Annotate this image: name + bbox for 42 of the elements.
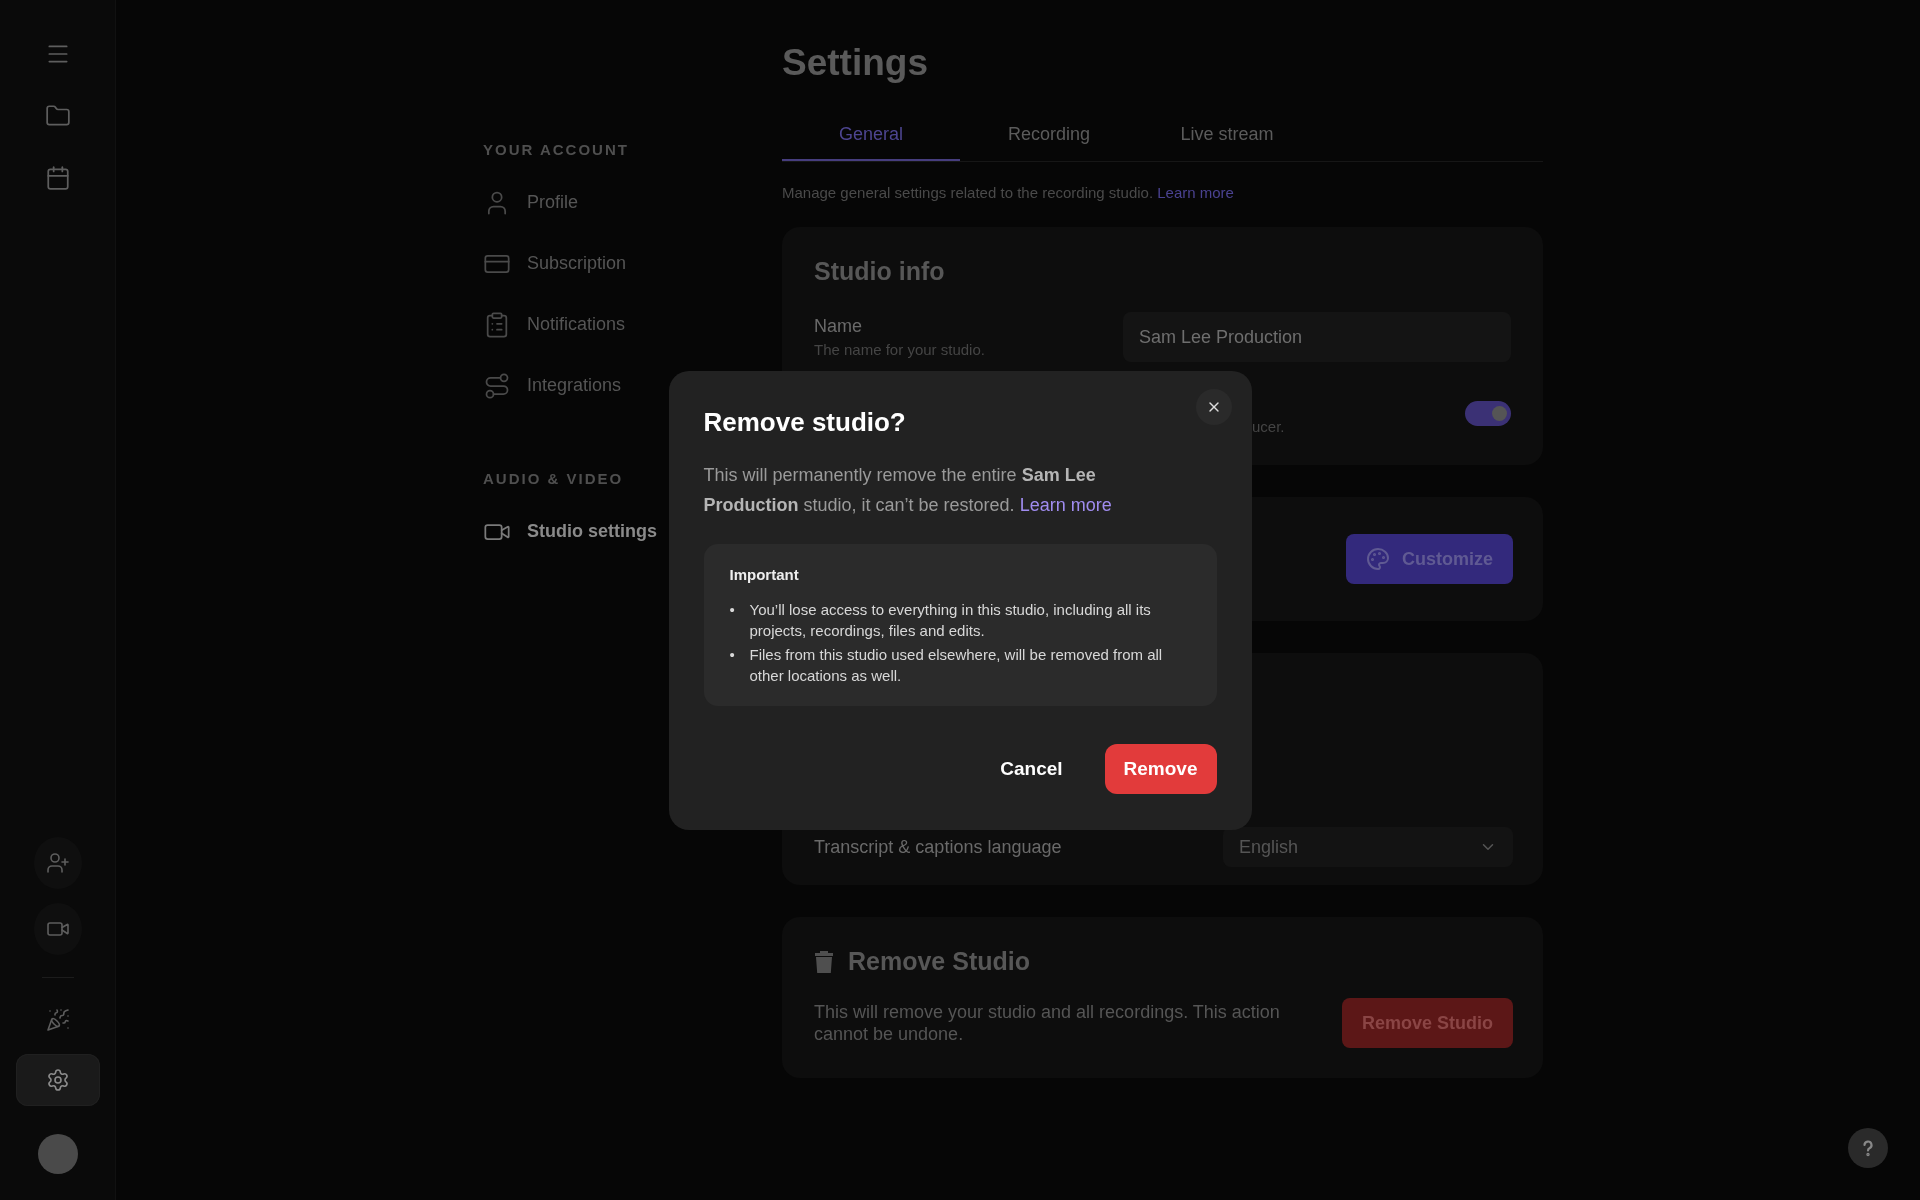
palette-icon (1366, 547, 1390, 571)
bullet: • (729, 644, 736, 665)
notice-item: You’ll lose access to everything in this studio, including all its projects, recordings, files and edits. (749, 599, 1152, 641)
language-select[interactable]: English (1223, 827, 1513, 867)
learn-more-link[interactable]: Learn more (1019, 494, 1112, 515)
settings-button[interactable] (15, 1054, 100, 1106)
studio-name-field[interactable]: Sam Lee Production (1123, 312, 1511, 362)
field-label: Transcript & captions language (814, 836, 1062, 858)
calendar-icon (44, 165, 71, 191)
settings-nav-item[interactable]: Profile (483, 172, 782, 233)
settings-tab[interactable]: Recording (960, 116, 1138, 161)
card-text: This will remove your studio and all recordings. This action cannot be undone. (814, 1001, 1281, 1045)
settings-tab[interactable]: Live stream (1138, 116, 1316, 161)
setting-hint: ucer. (1252, 418, 1285, 435)
cancel-button[interactable]: Cancel (976, 743, 1087, 794)
remove-button[interactable]: Remove (1104, 743, 1217, 794)
settings-nav-item[interactable]: Notifications (483, 294, 782, 355)
toggle-switch[interactable] (1465, 401, 1511, 426)
card-title: Remove Studio (848, 947, 1030, 976)
add-user-icon (45, 851, 70, 875)
notice-item: Files from this studio used elsewhere, will be removed from all other locations as well. (749, 644, 1164, 686)
nav-section-heading: YOUR ACCOUNT (483, 141, 629, 158)
folder-icon (44, 103, 71, 129)
party-popper-icon (45, 1008, 70, 1032)
dialog-message: This will permanently remove the entire Sam Lee Production studio, it can’t be restored. Learn more (703, 463, 1113, 517)
page-title: Settings (782, 42, 929, 84)
field-label: Name (814, 316, 863, 337)
help-button[interactable] (1848, 1128, 1888, 1168)
trash-icon (814, 949, 834, 974)
bullet: • (729, 599, 736, 620)
nav-section-heading: AUDIO & VIDEO (483, 470, 624, 487)
learn-more-link[interactable]: Learn more (1157, 184, 1234, 201)
notice-title: Important (729, 565, 800, 583)
card-title: Studio info (814, 257, 946, 286)
dialog-title: Remove studio? (703, 406, 907, 438)
field-hint: The name for your studio. (814, 341, 985, 358)
settings-nav-item[interactable]: Subscription (483, 233, 782, 294)
avatar[interactable] (37, 1134, 78, 1174)
settings-icon (45, 1068, 70, 1092)
route-icon (483, 371, 511, 400)
page-description: Manage general settings related to the recording studio. Learn more (782, 184, 1235, 201)
settings-tab[interactable]: General (782, 116, 960, 161)
